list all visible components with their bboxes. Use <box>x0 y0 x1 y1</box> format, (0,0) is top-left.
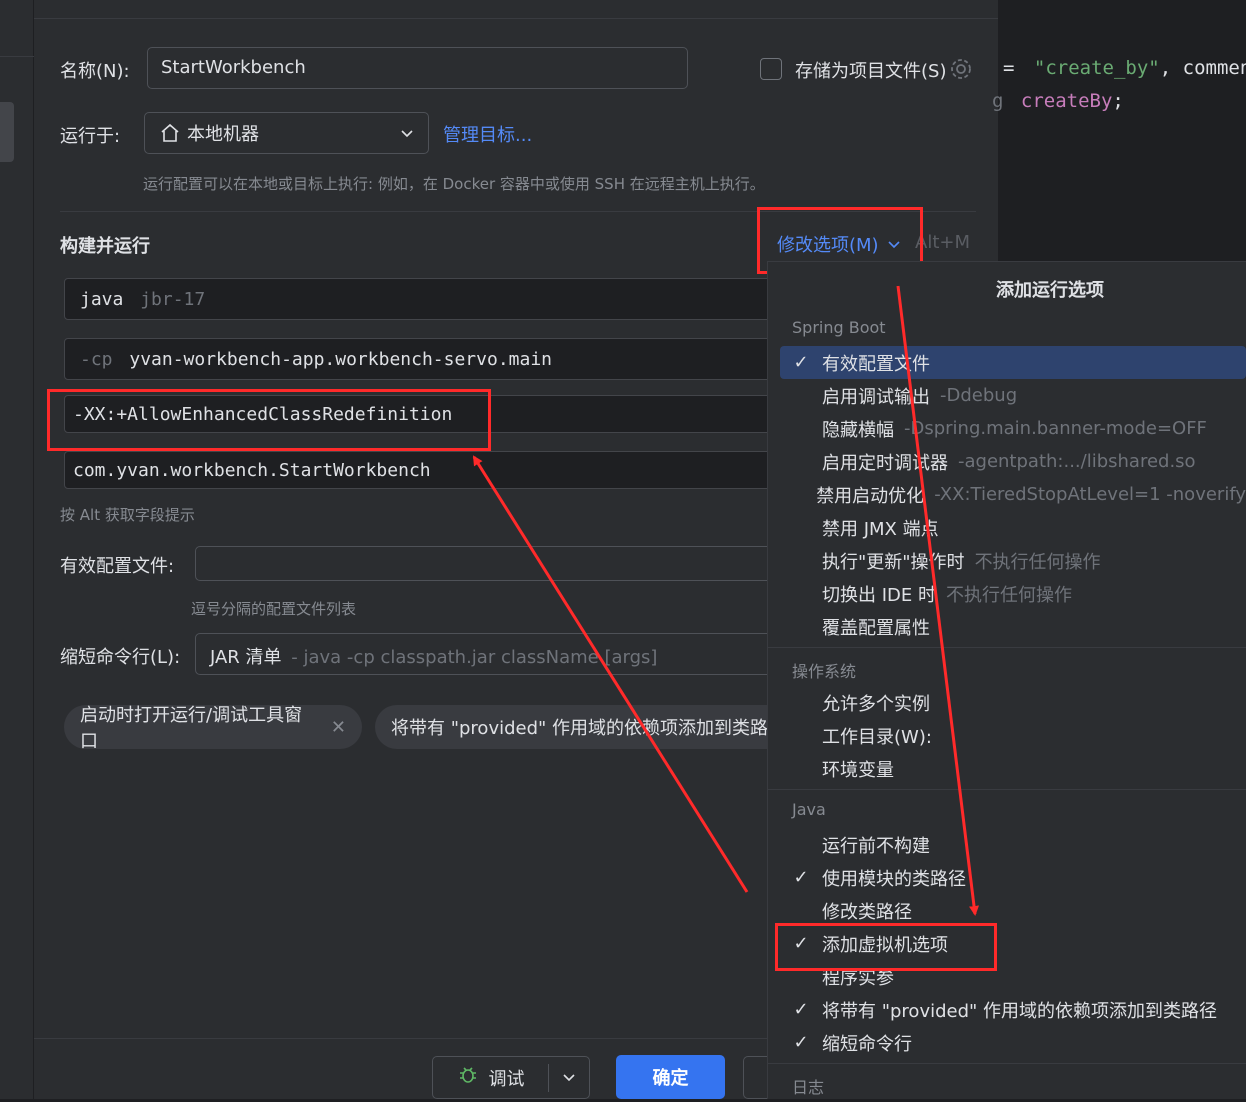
arrow-line <box>472 455 749 893</box>
annotation-arrows <box>472 285 979 916</box>
arrow-line <box>896 285 979 916</box>
